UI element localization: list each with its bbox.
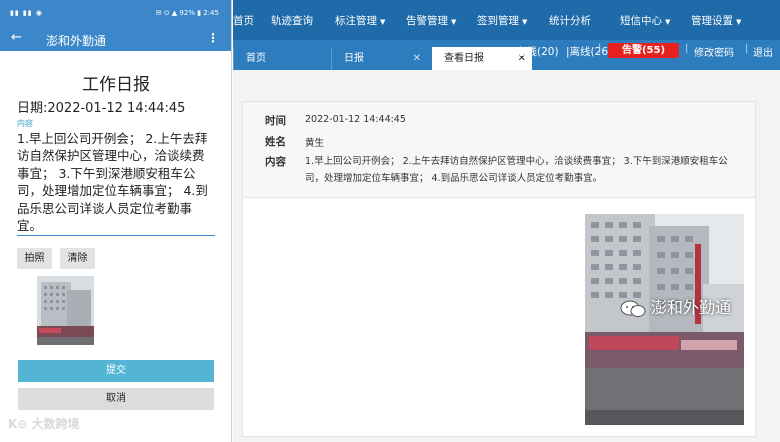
nav-checkin-label: 签到管理 xyxy=(477,15,519,27)
web-admin-panel: 首页 轨迹查询 标注管理 ▼ 告警管理 ▼ 签到管理 ▼ 统计分析 短信中心 ▼ 管理设… xyxy=(233,0,780,442)
nav-settings[interactable]: 管理设置 ▼ xyxy=(691,13,741,28)
nav-statistics[interactable]: 统计分析 xyxy=(549,13,591,28)
watermark-text: K⊙ 大数跨境 xyxy=(8,417,80,431)
report-detail-card: 时间 2022-01-12 14:44:45 姓名 黄生 内容 1.早上回公司开… xyxy=(242,101,756,437)
report-date: 日期:2022-01-12 14:44:45 xyxy=(17,101,186,116)
divider: | xyxy=(685,43,689,54)
divider: | xyxy=(598,43,602,54)
time-label: 时间 xyxy=(265,115,286,127)
app-bar: ← 澎和外勤通 ⋮ xyxy=(0,26,231,51)
more-vert-icon[interactable]: ⋮ xyxy=(207,31,219,45)
page-title: 工作日报 xyxy=(82,75,150,95)
chevron-down-icon: ▼ xyxy=(451,18,457,26)
tab-view-daily-label: 查看日报 xyxy=(444,53,484,64)
chevron-down-icon: ▼ xyxy=(380,18,386,26)
tab-home[interactable]: 首页 xyxy=(233,47,329,70)
cancel-button[interactable]: 取消 xyxy=(18,388,214,410)
chevron-down-icon: ▼ xyxy=(736,18,742,26)
arrow-left-icon[interactable]: ← xyxy=(11,30,22,45)
tab-daily[interactable]: 日报 ✕ xyxy=(331,47,427,70)
alarm-badge[interactable]: 告警(55) xyxy=(608,43,679,58)
top-navigation: 首页 轨迹查询 标注管理 ▼ 告警管理 ▼ 签到管理 ▼ 统计分析 短信中心 ▼ 管理设… xyxy=(233,0,780,40)
nav-mark-management[interactable]: 标注管理 ▼ xyxy=(335,13,385,28)
nav-sms-label: 短信中心 xyxy=(620,15,662,27)
signal-status: ▮▮ ▮▮ ◉ xyxy=(10,9,43,17)
chevron-down-icon: ▼ xyxy=(522,18,528,26)
take-photo-button[interactable]: 拍照 xyxy=(17,248,52,269)
wechat-icon xyxy=(619,299,647,319)
nav-mark-label: 标注管理 xyxy=(335,15,377,27)
nav-checkin-management[interactable]: 签到管理 ▼ xyxy=(477,13,527,28)
watermark: 澎和外勤通 xyxy=(619,294,731,319)
clear-button[interactable]: 清除 xyxy=(60,248,95,269)
content-value: 1.早上回公司开例会； 2.上午去拜访自然保护区管理中心，洽谈续费事宜； 3.下… xyxy=(305,156,728,184)
logout-link[interactable]: 退出 xyxy=(753,44,773,59)
content-textarea[interactable]: 1.早上回公司开例会； 2.上午去拜访自然保护区管理中心，洽谈续费事宜； 3.下… xyxy=(17,130,215,236)
nav-settings-label: 管理设置 xyxy=(691,15,733,27)
divider: | xyxy=(745,43,749,54)
photo-thumbnail[interactable] xyxy=(37,276,94,345)
nav-alarm-management[interactable]: 告警管理 ▼ xyxy=(406,13,456,28)
tab-home-label: 首页 xyxy=(246,53,266,64)
report-photo[interactable] xyxy=(585,214,744,425)
content-label: 内容 xyxy=(265,156,286,168)
phone-screen: ▮▮ ▮▮ ◉ ✉ ⊙ ▲ 92% ▮ 2:45 ← 澎和外勤通 ⋮ 工作日报 … xyxy=(0,0,232,442)
name-value: 黄生 xyxy=(305,138,325,149)
chevron-down-icon: ▼ xyxy=(665,18,671,26)
nav-track-query[interactable]: 轨迹查询 xyxy=(271,13,313,28)
nav-alarm-label: 告警管理 xyxy=(406,15,448,27)
name-label: 姓名 xyxy=(265,136,286,148)
report-info-section: 时间 2022-01-12 14:44:45 姓名 黄生 内容 1.早上回公司开… xyxy=(243,102,755,198)
nav-sms-center[interactable]: 短信中心 ▼ xyxy=(620,13,670,28)
content-field-label: 内容 xyxy=(17,119,33,128)
battery-clock-status: ✉ ⊙ ▲ 92% ▮ 2:45 xyxy=(155,9,219,17)
change-password-link[interactable]: 修改密码 xyxy=(694,44,734,59)
submit-button[interactable]: 提交 xyxy=(18,360,214,382)
watermark-text: 澎和外勤通 xyxy=(651,298,732,317)
close-icon[interactable]: ✕ xyxy=(413,47,421,70)
app-title: 澎和外勤通 xyxy=(46,34,107,48)
online-count[interactable]: 在线(20) xyxy=(516,44,559,59)
nav-home[interactable]: 首页 xyxy=(233,13,254,28)
time-value: 2022-01-12 14:44:45 xyxy=(305,114,406,125)
phone-status-bar: ▮▮ ▮▮ ◉ ✉ ⊙ ▲ 92% ▮ 2:45 xyxy=(0,0,231,26)
offline-count[interactable]: |离线(26) xyxy=(566,44,612,59)
tab-daily-label: 日报 xyxy=(344,53,364,64)
